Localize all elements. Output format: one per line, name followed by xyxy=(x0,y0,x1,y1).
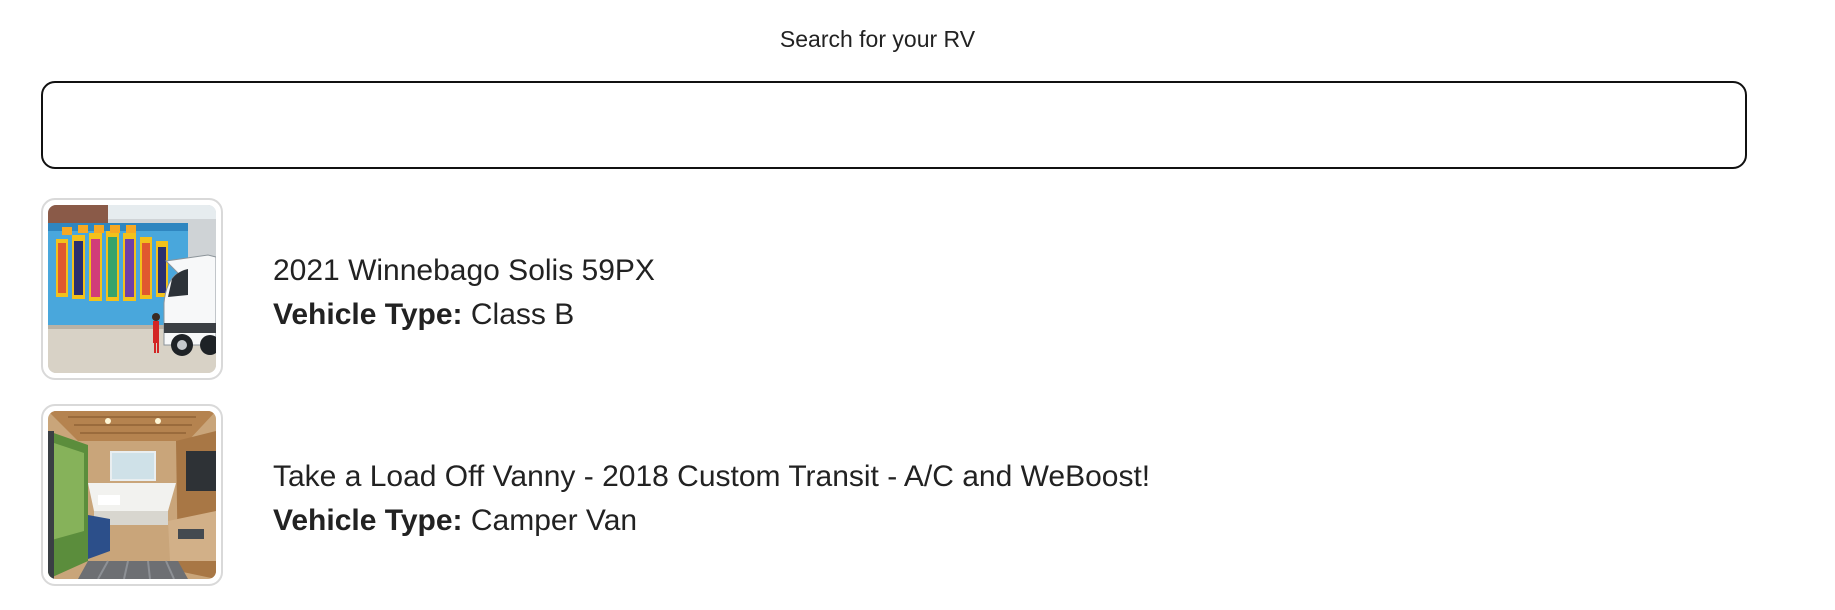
vehicle-type-value: Camper Van xyxy=(470,504,638,537)
vehicle-type-line: Vehicle Type: Camper Van xyxy=(273,499,1150,543)
rv-info: 2021 Winnebago Solis 59PX Vehicle Type: … xyxy=(273,249,655,337)
vehicle-type-value: Class B xyxy=(470,298,575,331)
vehicle-type-line: Vehicle Type: Class B xyxy=(273,293,655,337)
list-item-rv-1[interactable]: 2021 Winnebago Solis 59PX Vehicle Type: … xyxy=(41,198,1741,380)
rv-title[interactable]: Take a Load Off Vanny - 2018 Custom Tran… xyxy=(273,455,1150,499)
results-list: 2021 Winnebago Solis 59PX Vehicle Type: … xyxy=(41,198,1741,610)
search-input[interactable] xyxy=(41,81,1747,169)
list-item-rv-2[interactable]: Take a Load Off Vanny - 2018 Custom Tran… xyxy=(41,404,1741,586)
rv-thumbnail[interactable] xyxy=(41,198,223,380)
rv-info: Take a Load Off Vanny - 2018 Custom Tran… xyxy=(273,455,1150,543)
vehicle-type-label: Vehicle Type: xyxy=(273,298,463,331)
van-mural-photo xyxy=(48,205,216,373)
search-label: Search for your RV xyxy=(779,26,976,52)
van-interior-photo xyxy=(48,411,216,579)
vehicle-type-label: Vehicle Type: xyxy=(273,504,463,537)
rv-title[interactable]: 2021 Winnebago Solis 59PX xyxy=(273,249,655,293)
rv-thumbnail[interactable] xyxy=(41,404,223,586)
